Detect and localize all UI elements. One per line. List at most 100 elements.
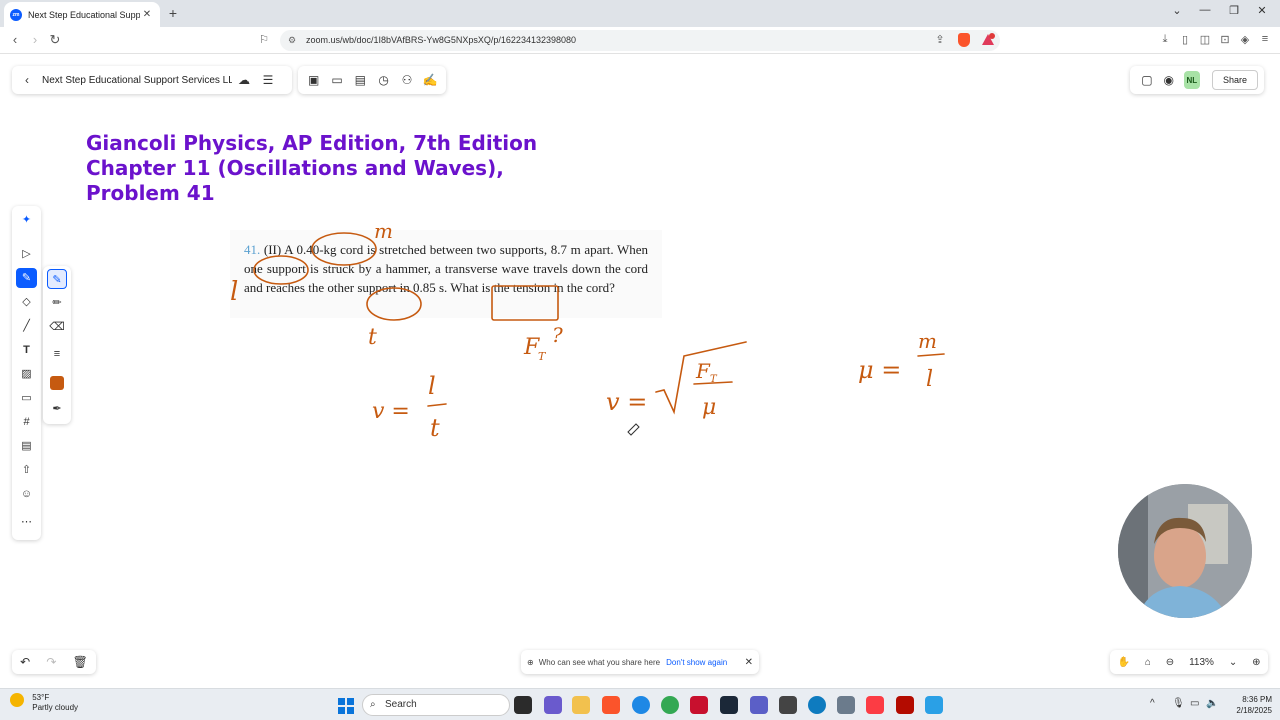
- volume-icon[interactable]: 🔈: [1206, 698, 1218, 709]
- eq1-lhs: v =: [372, 399, 410, 424]
- zoom-out-icon[interactable]: ⊖: [1166, 657, 1174, 668]
- clock-date: 2/18/2025: [1236, 706, 1272, 715]
- back-button[interactable]: ‹: [7, 32, 23, 47]
- back-arrow-icon[interactable]: ‹: [12, 73, 42, 87]
- weather-widget[interactable]: 53°F Partly cloudy: [10, 693, 78, 713]
- minimize-button[interactable]: —: [1195, 4, 1215, 16]
- zoom-level[interactable]: 113%: [1189, 657, 1214, 668]
- heading-line-2: Chapter 11 (Oscillations and Waves),: [86, 156, 504, 180]
- emoji-icon[interactable]: ☺: [16, 484, 37, 504]
- close-window-button[interactable]: ✕: [1252, 4, 1272, 17]
- whiteboard-header: ‹ Next Step Educational Support Services…: [12, 66, 292, 94]
- maximize-button[interactable]: ❐: [1224, 4, 1244, 17]
- pages-icon[interactable]: ▣: [304, 73, 324, 87]
- more-tools-icon[interactable]: ⋯: [16, 512, 37, 532]
- browser-tab[interactable]: zm Next Step Educational Support ✕: [4, 2, 160, 27]
- brave-shields-icon[interactable]: [958, 33, 970, 47]
- start-button[interactable]: [338, 698, 354, 714]
- comment-tool-icon[interactable]: ▭: [16, 388, 37, 408]
- problem-body: A 0.40-kg cord is stretched between two …: [244, 242, 649, 295]
- view-icon[interactable]: ◉: [1158, 73, 1180, 87]
- hamburger-menu-icon[interactable]: ☰: [256, 73, 280, 87]
- hand-tool-icon[interactable]: ✋: [1117, 657, 1129, 668]
- zoom-app-icon[interactable]: [808, 696, 826, 714]
- brave-browser-icon[interactable]: [602, 696, 620, 714]
- eraser-icon[interactable]: ⌫: [47, 317, 67, 337]
- templates-icon[interactable]: ▤: [350, 73, 370, 87]
- download-icon[interactable]: ⤓: [1157, 33, 1173, 46]
- steam-icon[interactable]: [720, 696, 738, 714]
- pen-color-swatch[interactable]: [50, 376, 64, 390]
- undo-icon[interactable]: ↶: [20, 655, 30, 669]
- search-placeholder: Search: [385, 699, 417, 710]
- copilot-icon[interactable]: [544, 696, 562, 714]
- text-tool-icon[interactable]: T: [16, 340, 37, 360]
- line-tool-icon[interactable]: ╱: [16, 316, 37, 336]
- close-tab-icon[interactable]: ✕: [140, 9, 154, 20]
- frame-tool-icon[interactable]: #: [16, 412, 37, 432]
- extensions-icon[interactable]: ⊡: [1217, 33, 1233, 46]
- eq3-denominator: l: [926, 367, 933, 392]
- vpn-icon[interactable]: ◈: [1237, 33, 1253, 46]
- eq2-radical: [655, 341, 747, 415]
- ai-sparkle-icon[interactable]: ✦: [16, 210, 37, 230]
- site-info-icon[interactable]: ⚙: [288, 30, 296, 51]
- new-tab-button[interactable]: +: [166, 5, 180, 21]
- minimap-icon[interactable]: ⌂: [1145, 657, 1151, 668]
- close-notice-icon[interactable]: ✕: [745, 657, 753, 668]
- table-tool-icon[interactable]: ▤: [16, 436, 37, 456]
- acrobat-app-icon[interactable]: [690, 696, 708, 714]
- eq1-fraction-bar: [427, 403, 447, 407]
- bookmark-icon[interactable]: ⚐: [256, 33, 272, 46]
- apps-icon[interactable]: ⚇: [397, 73, 417, 87]
- eyedropper-icon[interactable]: ✒: [47, 399, 67, 419]
- pen-tool-icon[interactable]: ✎: [16, 268, 37, 288]
- forward-button[interactable]: ›: [27, 32, 43, 47]
- wallet-icon[interactable]: ◫: [1197, 33, 1213, 46]
- comments-icon[interactable]: ▢: [1136, 73, 1158, 87]
- music-icon[interactable]: [866, 696, 884, 714]
- zoom-in-icon[interactable]: ⊕: [1252, 657, 1260, 668]
- file-explorer-icon[interactable]: [572, 696, 590, 714]
- calculator-icon[interactable]: [837, 696, 855, 714]
- upload-icon[interactable]: ⇧: [16, 460, 37, 480]
- address-bar-row: ‹ › ↻ ⚐ ⚙ zoom.us/wb/doc/1I8bVAfBRS-Yw8G…: [0, 27, 1280, 54]
- cloud-save-icon[interactable]: ☁: [232, 73, 256, 87]
- share-page-icon[interactable]: ⇪: [932, 33, 948, 46]
- tab-search-icon[interactable]: ⌄: [1167, 4, 1187, 17]
- share-button[interactable]: Share: [1211, 70, 1259, 90]
- redo-icon[interactable]: ↷: [46, 655, 56, 669]
- snipping-tool-icon[interactable]: [779, 696, 797, 714]
- sticky-note-icon[interactable]: ▨: [16, 364, 37, 384]
- sidebar-icon[interactable]: ▯: [1177, 33, 1193, 46]
- teams-icon[interactable]: [750, 696, 768, 714]
- signature-icon[interactable]: ✍: [420, 73, 440, 87]
- microphone-icon[interactable]: 🎙: [1172, 698, 1185, 709]
- system-clock[interactable]: 8:36 PM 2/18/2025: [1222, 694, 1272, 716]
- presenter-video[interactable]: [1118, 484, 1252, 618]
- zoom-dropdown-icon[interactable]: ⌄: [1229, 657, 1237, 668]
- url-field[interactable]: ⚙ zoom.us/wb/doc/1I8bVAfBRS-Yw8G5NXpsXQ/…: [280, 30, 1000, 51]
- chrome-icon[interactable]: [661, 696, 679, 714]
- pen-icon[interactable]: ✎: [47, 269, 67, 289]
- photos-icon[interactable]: [925, 696, 943, 714]
- reload-button[interactable]: ↻: [47, 32, 63, 48]
- select-tool-icon[interactable]: ▷: [16, 244, 37, 264]
- menu-icon[interactable]: ≡: [1257, 33, 1273, 45]
- network-icon[interactable]: ▭: [1190, 698, 1199, 709]
- dont-show-again-link[interactable]: Don't show again: [666, 658, 727, 667]
- present-icon[interactable]: ▭: [327, 73, 347, 87]
- brave-rewards-icon[interactable]: [981, 33, 995, 46]
- avatar[interactable]: NL: [1183, 71, 1200, 89]
- taskbar-search[interactable]: ⌕ Search: [362, 694, 510, 716]
- pdf-icon[interactable]: [896, 696, 914, 714]
- edge-icon[interactable]: [632, 696, 650, 714]
- stroke-width-icon[interactable]: ≡: [47, 344, 67, 364]
- task-view-icon[interactable]: [514, 696, 532, 714]
- timer-icon[interactable]: ◷: [374, 73, 394, 87]
- shapes-tool-icon[interactable]: ◇: [16, 292, 37, 312]
- pencil-icon[interactable]: ✏: [47, 293, 67, 313]
- tray-chevron-icon[interactable]: ^: [1150, 698, 1155, 709]
- trash-icon[interactable]: 🗑: [73, 655, 88, 669]
- document-title[interactable]: Next Step Educational Support Services L…: [42, 75, 232, 86]
